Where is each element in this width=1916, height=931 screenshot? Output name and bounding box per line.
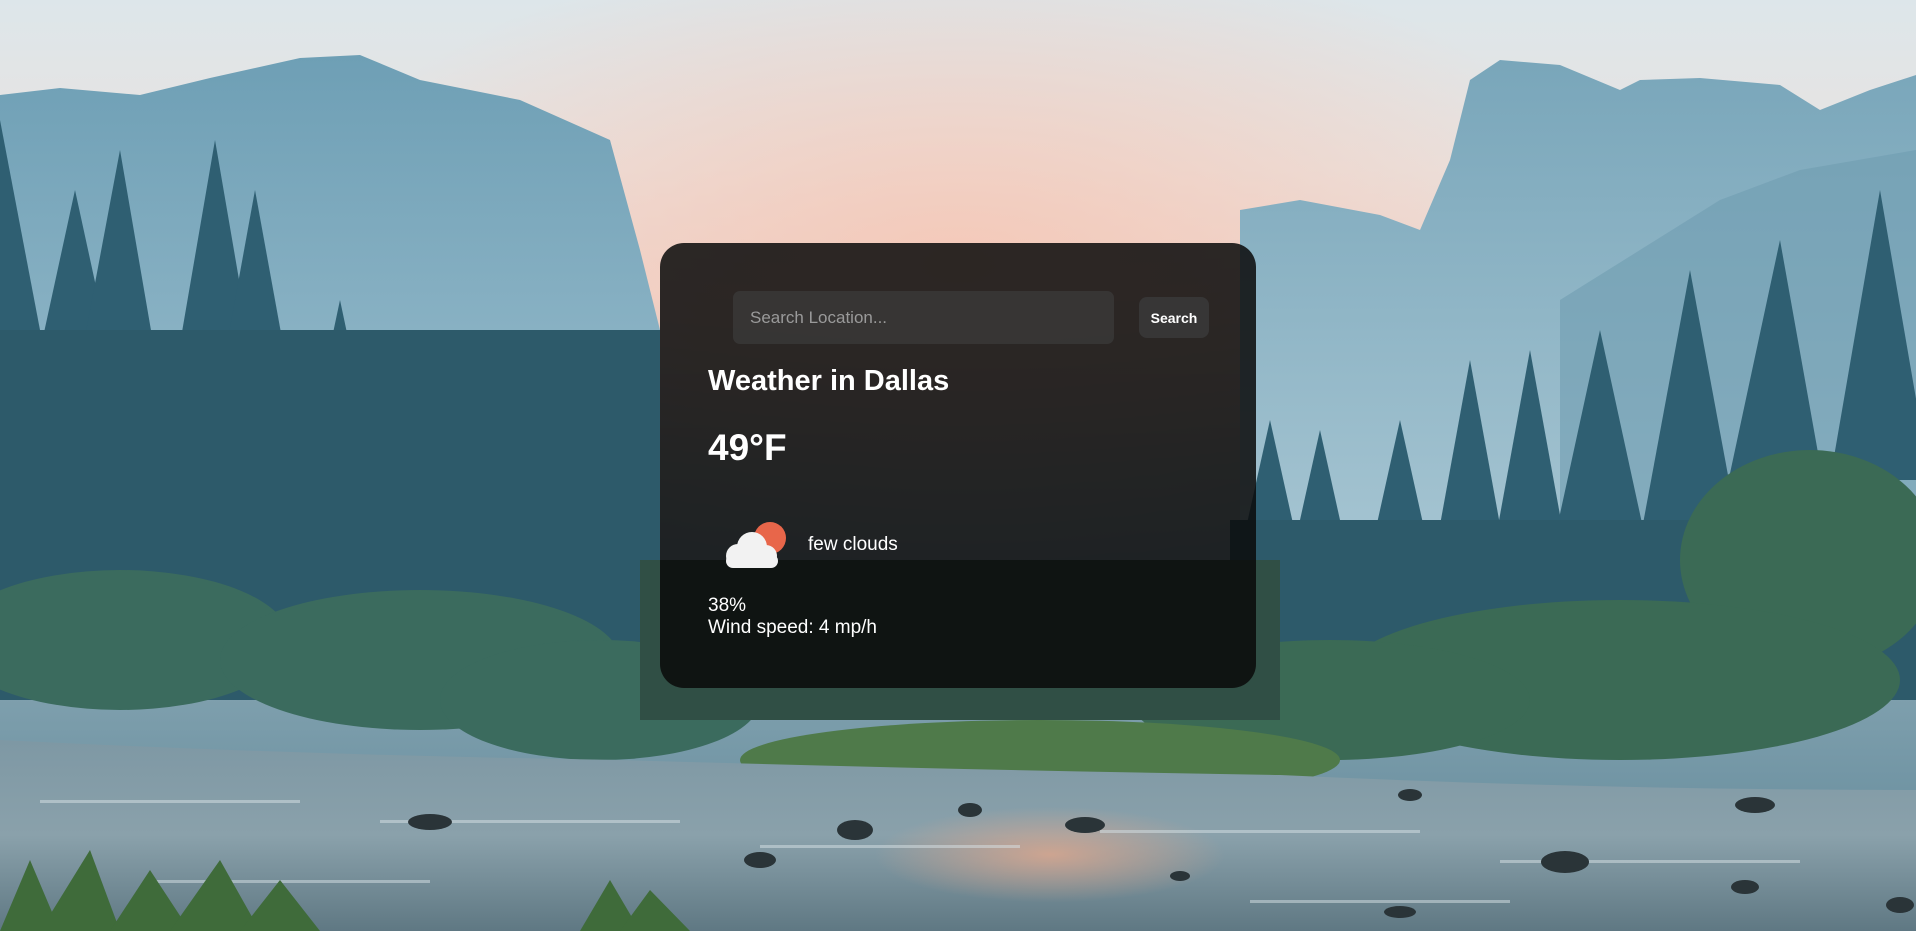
search-input[interactable] bbox=[733, 291, 1114, 344]
few-clouds-icon bbox=[718, 518, 794, 573]
city-title: Weather in Dallas bbox=[708, 365, 950, 397]
weather-card: Search Weather in Dallas 49°F few clouds… bbox=[660, 243, 1256, 688]
humidity-value: 38% bbox=[708, 595, 747, 616]
search-button[interactable]: Search bbox=[1139, 297, 1209, 338]
weather-description: few clouds bbox=[808, 534, 898, 555]
temperature: 49°F bbox=[708, 427, 787, 468]
wind-speed: Wind speed: 4 mp/h bbox=[708, 617, 877, 638]
search-bar: Search bbox=[733, 291, 1209, 344]
